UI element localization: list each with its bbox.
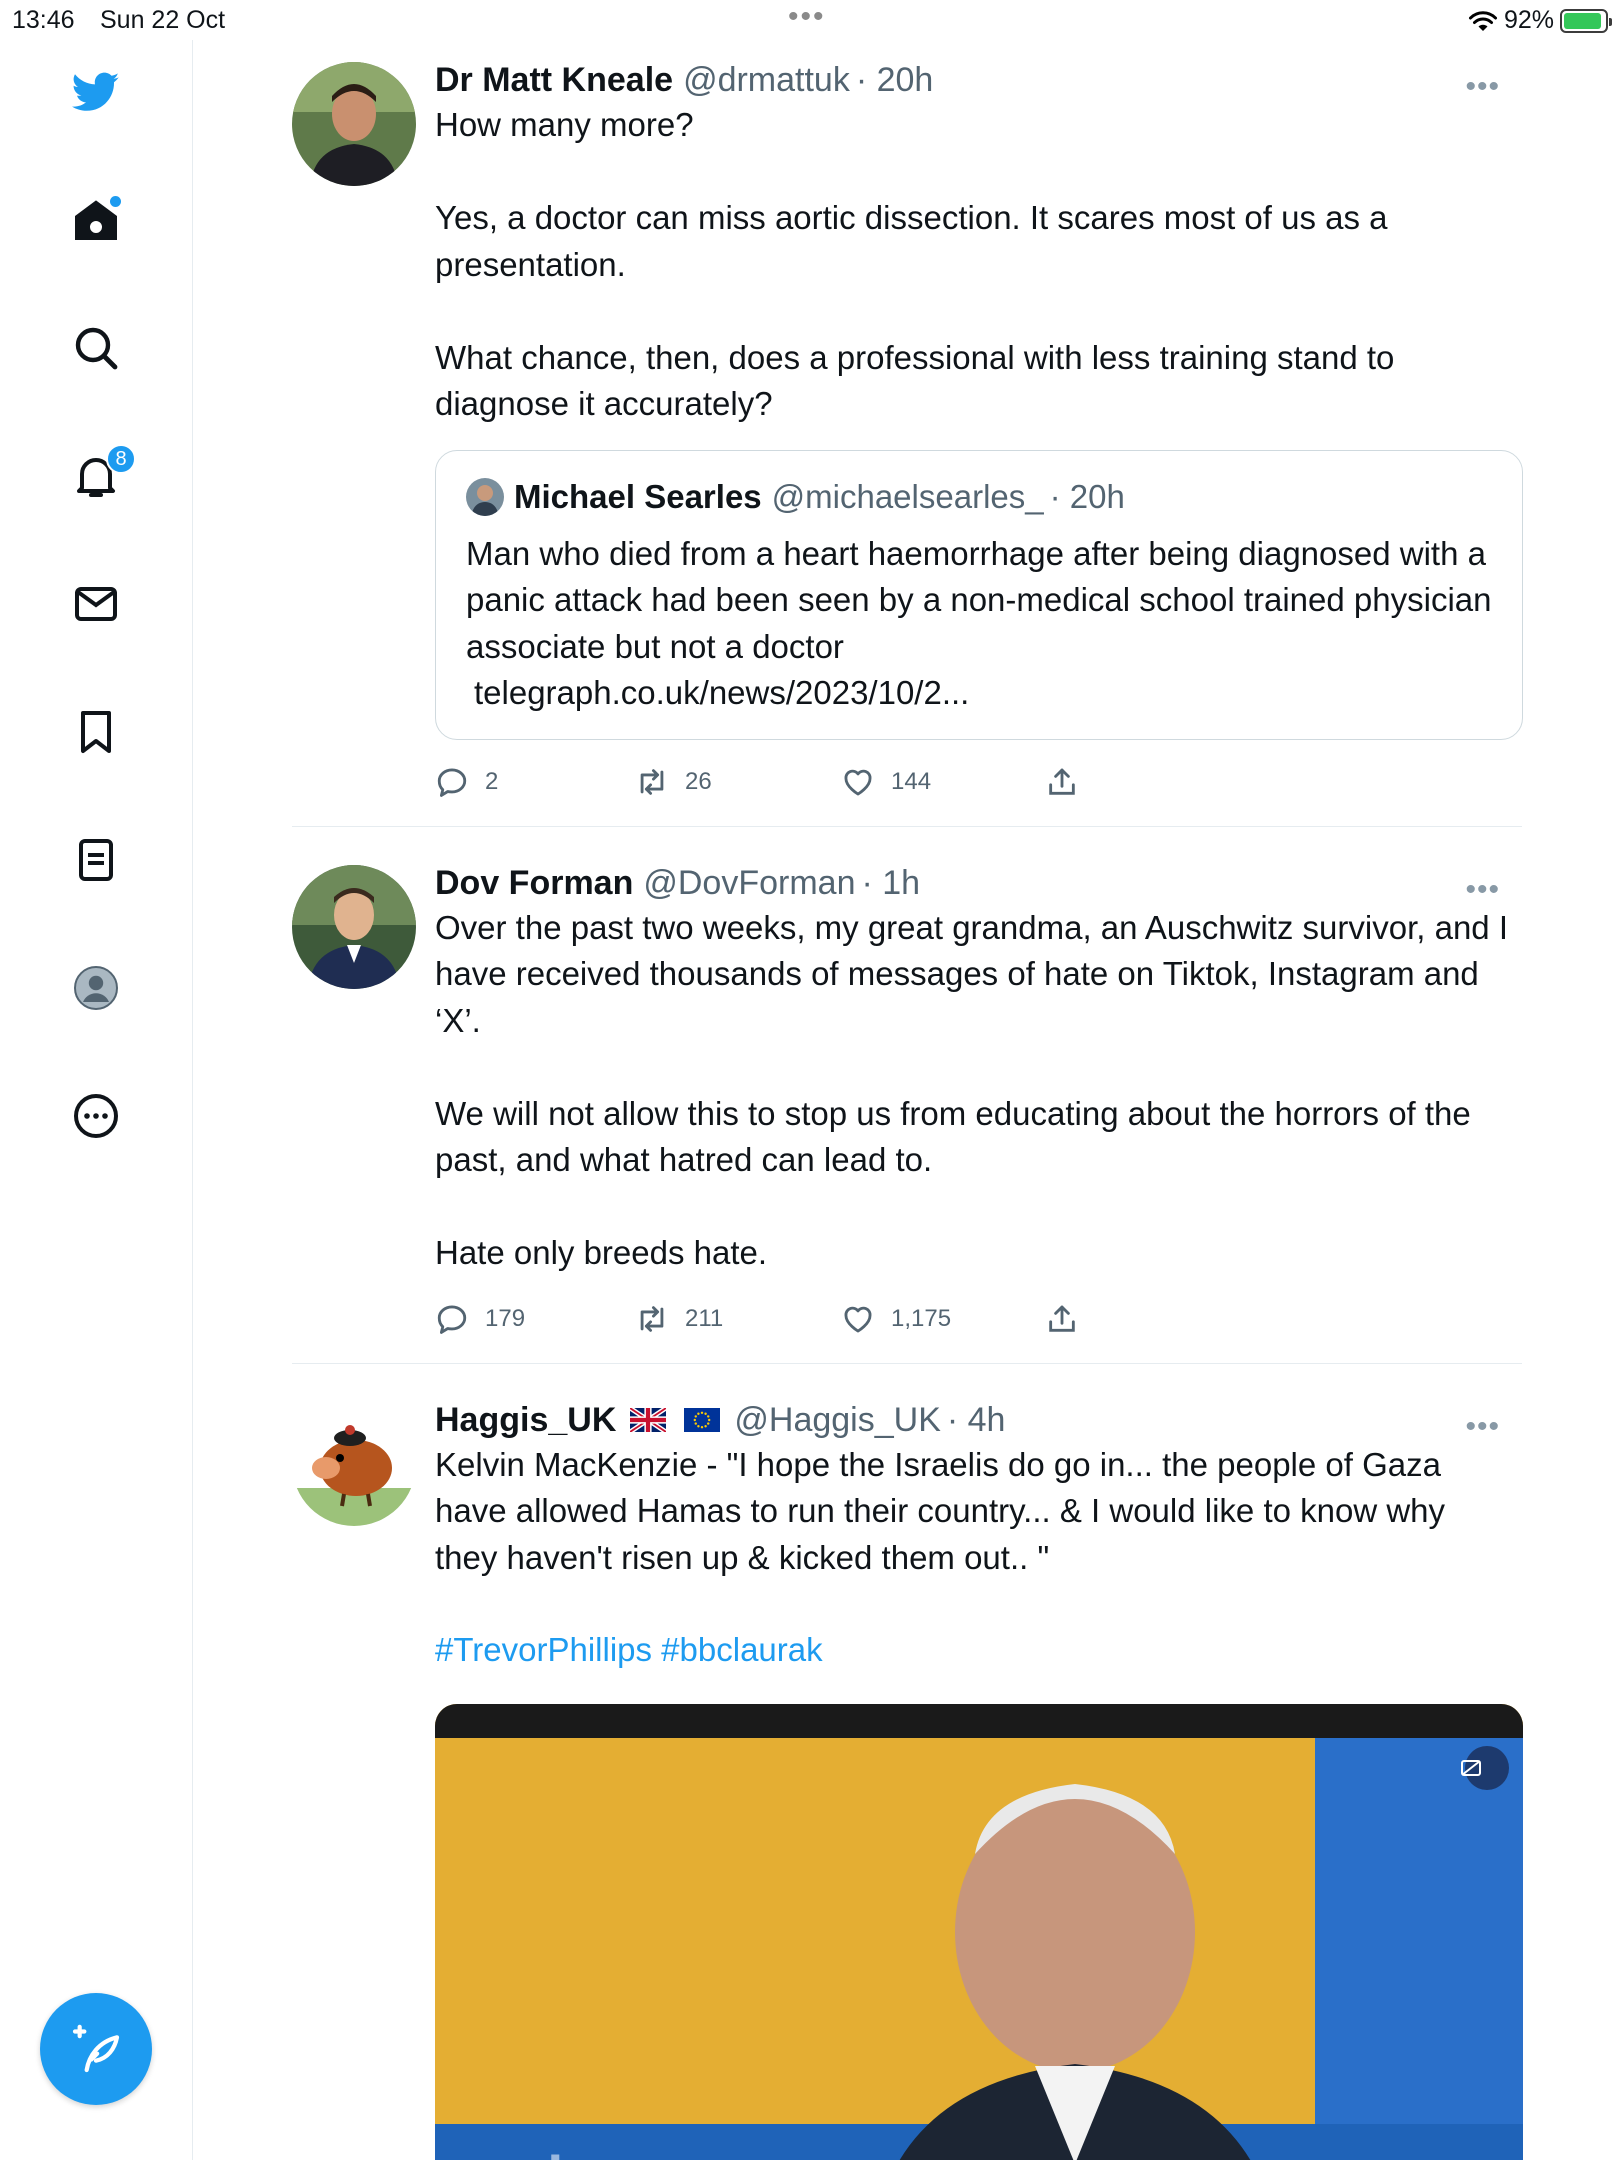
like-count: 144 [891,767,932,795]
timeline-feed[interactable]: Dr Matt Kneale @drmattuk · 20h How many … [292,50,1523,2160]
share-button[interactable] [1045,760,1079,804]
retweet-count: 211 [685,1304,724,1332]
status-time: 13:46 [12,6,75,34]
share-icon [1049,768,1075,795]
sidebar-item-messages[interactable] [56,564,136,644]
sidebar: 8 [0,40,193,2160]
status-bar: 13:46 Sun 22 Oct ••• 92% [0,0,1620,40]
sidebar-item-home[interactable] [56,180,136,260]
tweet-body: Dr Matt Kneale @drmattuk · 20h How many … [435,50,1523,804]
tweet-time[interactable]: · 20h [856,58,934,102]
uk-flag-icon [630,1407,667,1432]
notifications-badge: 8 [106,444,136,474]
battery-fill [1564,12,1601,29]
author-handle[interactable]: @Haggis_UK [734,1398,941,1442]
tweet-media-video[interactable]: sky news [435,1703,1523,2160]
retweet-icon [640,768,664,795]
tweet-hashtags[interactable]: #TrevorPhillips #bbclaurak [435,1627,1515,1674]
author-name[interactable]: Haggis_UK [435,1398,616,1442]
status-date: Sun 22 Oct [100,6,226,34]
tweet-header: Haggis_UK @Haggis_UK · 4h [435,1398,1515,1442]
profile-icon [74,966,118,1010]
tweet[interactable]: Dov Forman @DovForman · 1h Over the past… [292,853,1522,1364]
tweet-header: Dr Matt Kneale @drmattuk · 20h [435,58,1515,102]
sidebar-item-lists[interactable] [56,820,136,900]
battery-percent: 92% [1503,6,1554,34]
quote-text: Man who died from a heart haemorrhage af… [466,534,1501,665]
sensitive-media-icon[interactable] [1459,1756,1483,1780]
share-button[interactable] [1045,1297,1079,1341]
quote-header: Michael Searles @michaelsearles_ · 20h [466,475,1492,519]
retweet-button[interactable]: 26 [635,760,712,804]
avatar[interactable] [292,62,416,186]
like-button[interactable]: 144 [841,760,931,804]
sidebar-item-profile[interactable] [56,948,136,1028]
avatar[interactable] [292,864,416,989]
bookmark-icon [81,711,111,753]
quote-avatar [466,477,504,516]
eu-flag-icon [684,1407,721,1432]
tweet-text: Over the past two weeks, my great grandm… [435,908,1508,1272]
retweet-icon [640,1305,664,1332]
compose-feather-icon [72,2024,120,2073]
tweet-text: Kelvin MacKenzie - "I hope the Israelis … [435,1445,1455,1576]
battery-icon [1560,8,1612,33]
twitter-logo[interactable] [56,52,136,132]
quote-link[interactable]: telegraph.co.uk/news/2023/10/2... [466,670,1492,717]
sidebar-item-more[interactable] [56,1076,136,1156]
heart-icon [844,1306,872,1332]
sidebar-item-explore[interactable] [56,308,136,388]
author-name[interactable]: Dr Matt Kneale [435,58,673,102]
wifi-icon [1468,10,1497,31]
reply-count: 2 [485,767,499,795]
media-watermark: sky news [515,2144,773,2160]
quote-author-name: Michael Searles [514,477,762,515]
tweet-header: Dov Forman @DovForman · 1h [435,861,1515,905]
compose-button[interactable] [40,1993,152,2105]
bird-icon [72,72,120,111]
tweet[interactable]: Haggis_UK @Haggis_UK · 4h Kelvin MacKenz… [292,1390,1523,2160]
reply-icon [437,768,467,797]
heart-icon [844,769,872,795]
quoted-tweet[interactable]: Michael Searles @michaelsearles_ · 20h M… [435,449,1523,740]
quote-time: · 20h [1049,477,1125,515]
like-count: 1,175 [891,1304,952,1332]
author-handle[interactable]: @drmattuk [683,58,850,102]
like-button[interactable]: 1,175 [841,1297,951,1341]
tweet-actions: 179 211 1,175 [435,1297,1515,1341]
reply-button[interactable]: 2 [435,760,498,804]
list-icon [79,839,113,881]
status-right: 92% [1468,6,1612,35]
multitasking-dots[interactable]: ••• [788,0,826,34]
more-options-icon[interactable]: ••• [1465,1410,1500,1444]
tweet-actions: 2 26 144 [435,760,1515,804]
mail-icon [75,587,117,621]
tweet[interactable]: Dr Matt Kneale @drmattuk · 20h How many … [292,50,1523,827]
tweet-text: How many more? Yes, a doctor can miss ao… [435,106,1395,422]
home-unread-dot [110,196,121,207]
reply-button[interactable]: 179 [435,1297,525,1341]
author-name[interactable]: Dov Forman [435,861,633,905]
tweet-body: Dov Forman @DovForman · 1h Over the past… [435,853,1515,1341]
reply-icon [437,1305,467,1334]
share-icon [1049,1305,1075,1332]
more-options-icon[interactable]: ••• [1465,70,1500,104]
avatar[interactable] [292,1401,416,1526]
quote-author-handle: @michaelsearles_ [771,477,1044,515]
tweet-time[interactable]: · 1h [861,861,920,905]
reply-count: 179 [485,1304,526,1332]
sidebar-item-notifications[interactable]: 8 [56,436,136,516]
tweet-time[interactable]: · 4h [947,1398,1006,1442]
more-options-icon[interactable]: ••• [1465,873,1500,907]
search-icon [75,327,118,370]
author-handle[interactable]: @DovForman [643,861,855,905]
sidebar-item-bookmarks[interactable] [56,692,136,772]
more-circle-icon [74,1094,118,1138]
tweet-body: Haggis_UK @Haggis_UK · 4h Kelvin MacKenz… [435,1390,1523,2160]
retweet-button[interactable]: 211 [635,1297,723,1341]
retweet-count: 26 [685,767,712,795]
